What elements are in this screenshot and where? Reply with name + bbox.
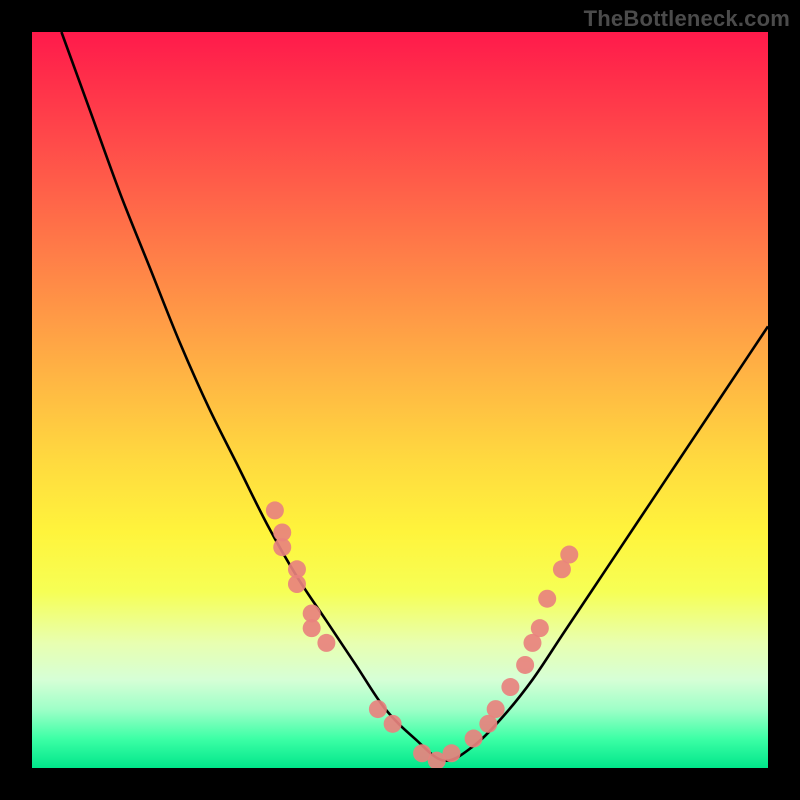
attribution-label: TheBottleneck.com: [584, 6, 790, 32]
benchmark-point: [516, 656, 534, 674]
benchmark-point: [560, 546, 578, 564]
benchmark-point: [487, 700, 505, 718]
plot-area: [32, 32, 768, 768]
benchmark-point: [443, 744, 461, 762]
curve-group: [61, 32, 768, 761]
chart-overlay: [32, 32, 768, 768]
benchmark-point: [465, 730, 483, 748]
benchmark-point: [288, 575, 306, 593]
benchmark-point: [273, 538, 291, 556]
benchmark-point: [384, 715, 402, 733]
benchmark-point: [266, 501, 284, 519]
benchmark-point: [317, 634, 335, 652]
bottleneck-curve: [61, 32, 768, 761]
chart-frame: TheBottleneck.com: [0, 0, 800, 800]
benchmark-point: [369, 700, 387, 718]
marker-group: [266, 501, 578, 768]
benchmark-point: [303, 619, 321, 637]
benchmark-point: [501, 678, 519, 696]
benchmark-point: [531, 619, 549, 637]
benchmark-point: [538, 590, 556, 608]
